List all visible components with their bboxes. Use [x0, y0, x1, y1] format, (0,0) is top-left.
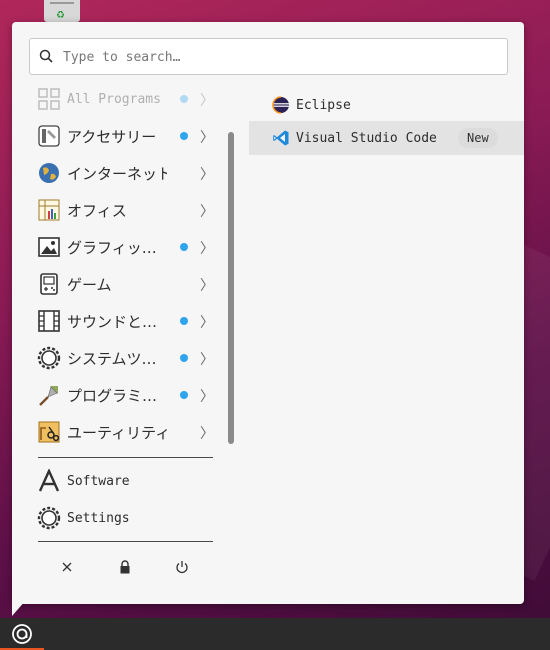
category-label: システムツ… — [67, 349, 157, 368]
category-utilities[interactable]: ユーティリティ 〉 — [32, 414, 222, 444]
new-indicator-dot — [180, 317, 188, 325]
settings-item[interactable]: Settings — [32, 501, 222, 535]
application-menu: All Programs 〉 アクセサリー 〉 インターネット 〉 — [12, 22, 524, 604]
category-internet[interactable]: インターネット 〉 — [32, 155, 222, 191]
category-label: ゲーム — [67, 275, 112, 294]
app-item-vscode[interactable]: Visual Studio Code New — [249, 121, 524, 155]
divider — [38, 541, 213, 542]
trowel-icon — [39, 386, 58, 406]
utilities-icon — [38, 421, 60, 443]
category-label: All Programs — [67, 91, 161, 107]
chevron-right-icon: 〉 — [200, 426, 214, 442]
power-icon — [176, 561, 188, 574]
software-item[interactable]: Software — [32, 464, 222, 498]
software-label: Software — [67, 473, 130, 489]
app-label: Visual Studio Code — [296, 130, 437, 146]
chevron-right-icon: 〉 — [200, 389, 214, 405]
image-icon — [38, 237, 60, 257]
category-label: プログラミ… — [67, 386, 158, 405]
lock-button[interactable] — [110, 552, 140, 582]
category-graphics[interactable]: グラフィッ… 〉 — [32, 229, 222, 265]
category-label: グラフィッ… — [67, 238, 157, 257]
eclipse-icon — [272, 96, 289, 114]
new-indicator-dot — [180, 95, 188, 103]
arcmenu-logo-icon — [12, 624, 32, 644]
chevron-right-icon: 〉 — [200, 352, 214, 368]
divider — [38, 457, 213, 458]
accessories-icon — [38, 125, 60, 147]
gamepad-icon — [40, 273, 58, 295]
app-label: Eclipse — [296, 97, 351, 113]
search-icon — [39, 49, 53, 63]
new-badge: New — [458, 128, 498, 148]
category-label: サウンドと… — [67, 312, 158, 331]
chevron-right-icon: 〉 — [200, 93, 214, 109]
category-sound-video[interactable]: サウンドと… 〉 — [32, 303, 222, 339]
chevron-right-icon: 〉 — [200, 167, 214, 183]
power-button[interactable] — [167, 552, 197, 582]
category-all-programs[interactable]: All Programs 〉 — [32, 84, 222, 117]
trash-desktop-icon[interactable]: ♻ — [44, 0, 80, 22]
app-item-eclipse[interactable]: Eclipse — [249, 88, 524, 122]
category-scrollbar[interactable] — [228, 132, 234, 444]
start-menu-button[interactable] — [0, 618, 44, 650]
chevron-right-icon: 〉 — [200, 241, 214, 257]
new-indicator-dot — [180, 391, 188, 399]
search-box[interactable] — [29, 38, 508, 75]
session-actions — [38, 552, 213, 582]
settings-icon — [37, 506, 61, 530]
close-button[interactable] — [52, 552, 82, 582]
taskbar — [0, 618, 550, 650]
category-list: All Programs 〉 アクセサリー 〉 インターネット 〉 オフィス 〉… — [32, 84, 222, 444]
category-system-tools[interactable]: システムツ… 〉 — [32, 340, 222, 376]
software-icon — [38, 469, 60, 492]
category-programming[interactable]: プログラミ… 〉 — [32, 377, 222, 413]
chevron-right-icon: 〉 — [200, 278, 214, 294]
chevron-right-icon: 〉 — [200, 204, 214, 220]
category-games[interactable]: ゲーム 〉 — [32, 266, 222, 302]
grid-icon — [38, 88, 60, 110]
chevron-right-icon: 〉 — [200, 130, 214, 146]
search-input[interactable] — [63, 45, 493, 69]
new-indicator-dot — [180, 354, 188, 362]
category-label: インターネット — [67, 164, 167, 183]
close-icon — [62, 562, 72, 572]
settings-label: Settings — [67, 510, 130, 526]
category-office[interactable]: オフィス 〉 — [32, 192, 222, 228]
vscode-icon — [273, 130, 289, 146]
new-indicator-dot — [180, 243, 188, 251]
category-label: オフィス — [67, 201, 127, 220]
film-icon — [38, 310, 60, 332]
new-indicator-dot — [180, 132, 188, 140]
category-label: ユーティリティ — [67, 423, 167, 442]
globe-icon — [39, 163, 59, 183]
chevron-right-icon: 〉 — [200, 315, 214, 331]
menu-pointer — [12, 600, 26, 616]
gear-icon — [37, 346, 61, 370]
lock-icon — [120, 560, 130, 574]
office-icon — [38, 199, 60, 221]
category-accessories[interactable]: アクセサリー 〉 — [32, 118, 222, 154]
recycle-icon: ♻ — [56, 10, 65, 21]
category-label: アクセサリー — [67, 127, 157, 146]
